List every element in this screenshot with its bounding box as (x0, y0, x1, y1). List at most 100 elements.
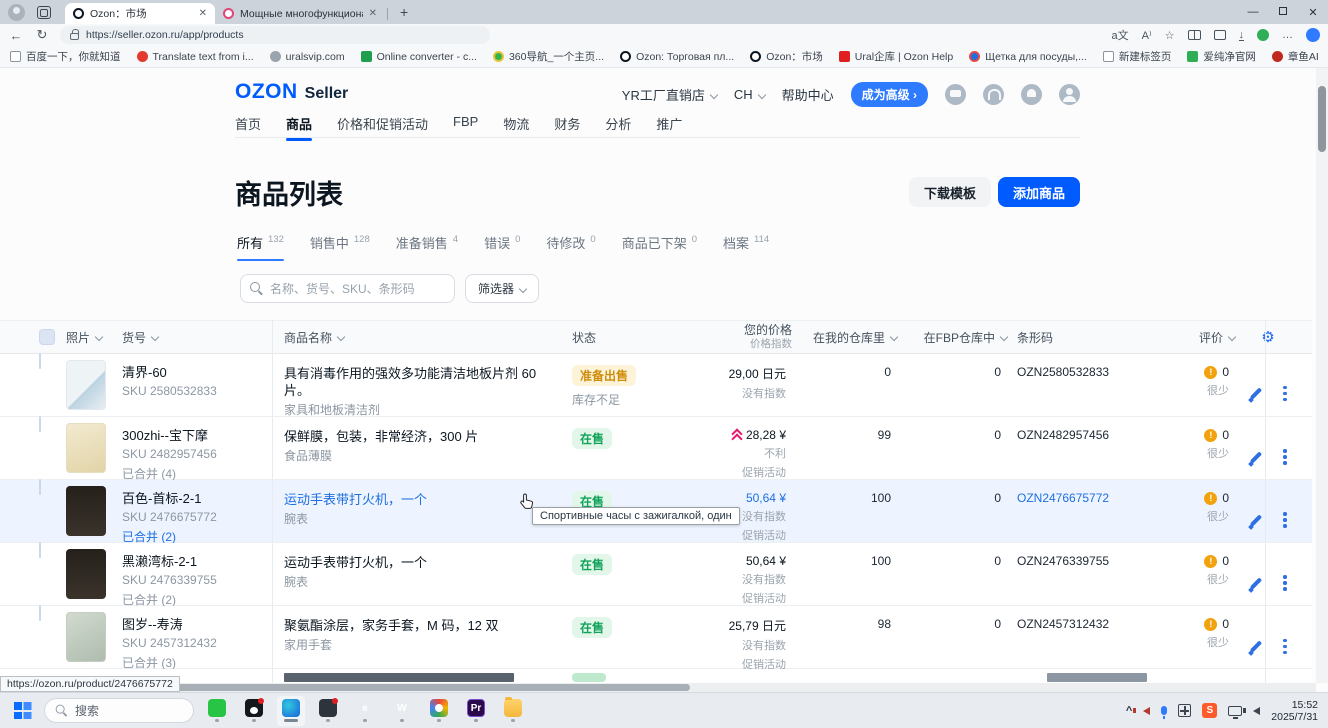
translate-icon[interactable]: a文 (1111, 27, 1128, 43)
download-template-button[interactable]: 下载模板 (909, 177, 991, 207)
back-icon[interactable]: ← (8, 28, 24, 43)
filter-tab-to-fix[interactable]: 待修改0 (546, 233, 595, 261)
sogou-icon[interactable] (1202, 703, 1217, 718)
browser-profile-icon[interactable] (8, 4, 25, 21)
downloads-icon[interactable]: ↓ (1239, 30, 1245, 41)
col-fbp-warehouse[interactable]: 在FBP仓库中 (897, 329, 1007, 346)
row-checkbox[interactable] (39, 416, 41, 432)
taskbar-app-browser[interactable] (425, 696, 453, 726)
product-name[interactable]: 保鲜膜，包装，非常经济，300 片 (284, 428, 572, 445)
store-selector[interactable]: YR工厂直销店 (622, 85, 717, 104)
row-checkbox[interactable] (39, 542, 41, 558)
tab-close-icon[interactable]: ✕ (199, 8, 207, 19)
taskbar-search[interactable]: 搜索 (44, 698, 194, 723)
extension-icon[interactable] (1257, 29, 1269, 41)
row-menu-icon[interactable] (1283, 581, 1287, 585)
display-cast-icon[interactable] (1228, 706, 1242, 716)
col-photo[interactable]: 照片 (66, 329, 122, 346)
table-row[interactable]: 图岁--寿涛SKU 2457312432已合并 (3) 聚氨酯涂层，家务手套，M… (0, 606, 1312, 669)
account-icon[interactable] (1059, 84, 1080, 105)
row-menu-icon[interactable] (1283, 392, 1287, 396)
col-name[interactable]: 商品名称 (272, 329, 572, 346)
filters-button[interactable]: 筛选器 (465, 274, 539, 303)
product-image[interactable] (66, 423, 106, 473)
start-button[interactable] (14, 702, 31, 719)
muted-speaker-icon[interactable] (1143, 707, 1150, 715)
promo-note[interactable]: 促销活动 (702, 464, 786, 480)
workspaces-icon[interactable] (37, 6, 51, 19)
bookmark-item[interactable]: Ural企库 | Ozon Help (839, 49, 953, 64)
taskbar-app-wechat[interactable] (203, 696, 231, 726)
bookmark-item[interactable]: 章鱼AI (1272, 49, 1319, 64)
window-close-button[interactable]: ✕ (1298, 6, 1328, 19)
bookmark-item[interactable]: 百度一下，你就知道 (10, 49, 121, 64)
bookmark-item[interactable]: Online converter - c... (361, 51, 477, 63)
support-headset-icon[interactable] (983, 84, 1004, 105)
product-image[interactable] (66, 612, 106, 662)
window-maximize-button[interactable] (1268, 6, 1298, 18)
product-name[interactable]: 聚氨酯涂层，家务手套，M 码，12 双 (284, 617, 572, 634)
bookmark-item[interactable]: Ozon: Торговая пл... (620, 51, 734, 63)
row-checkbox[interactable] (39, 479, 41, 495)
edit-pencil-icon[interactable] (1249, 578, 1263, 592)
filter-tab-selling[interactable]: 销售中128 (310, 233, 370, 261)
add-product-button[interactable]: 添加商品 (998, 177, 1080, 207)
taskbar-app-wps[interactable] (388, 696, 416, 726)
product-name[interactable]: 具有消毒作用的强效多功能清洁地板片剂 60 片。 (284, 365, 572, 399)
edit-pencil-icon[interactable] (1249, 388, 1263, 402)
bookmark-item[interactable]: 爱纯净官网 (1187, 49, 1256, 64)
promo-note[interactable]: 促销活动 (702, 527, 786, 543)
tray-expand-icon[interactable]: ^ (1126, 705, 1132, 717)
table-row[interactable]: 清界-60SKU 2580532833 具有消毒作用的强效多功能清洁地板片剂 6… (0, 354, 1312, 417)
taskbar-clock[interactable]: 15:52 2025/7/31 (1271, 699, 1318, 723)
product-image[interactable] (66, 486, 106, 536)
url-text[interactable]: https://seller.ozon.ru/app/products (86, 29, 244, 41)
search-input[interactable] (270, 282, 445, 296)
filter-tab-archive[interactable]: 档案114 (723, 233, 769, 261)
bookmark-item[interactable]: Ozon：市场 (750, 49, 823, 64)
filter-tab-unlisted[interactable]: 商品已下架0 (622, 233, 697, 261)
row-menu-icon[interactable] (1283, 518, 1287, 522)
input-method-icon[interactable] (1178, 704, 1191, 717)
refresh-icon[interactable]: ↻ (34, 27, 50, 43)
bookmark-item[interactable]: uralsvip.com (270, 51, 345, 63)
filter-tab-errors[interactable]: 错误0 (484, 233, 520, 261)
taskbar-app-360[interactable] (314, 696, 342, 726)
col-my-warehouse[interactable]: 在我的仓库里 (792, 329, 897, 346)
help-center-link[interactable]: 帮助中心 (782, 85, 834, 104)
bookmark-item[interactable]: 新建标签页 (1103, 49, 1172, 64)
filter-tab-ready[interactable]: 准备销售4 (396, 233, 458, 261)
favorite-star-icon[interactable]: ☆ (1165, 29, 1175, 42)
language-selector[interactable]: CH (734, 87, 765, 102)
edit-pencil-icon[interactable] (1249, 452, 1263, 466)
become-premium-button[interactable]: 成为高级 (851, 82, 928, 107)
split-screen-icon[interactable] (1188, 30, 1201, 40)
new-tab-button[interactable]: + (400, 4, 408, 20)
window-minimize-button[interactable]: — (1238, 6, 1268, 18)
product-price-link[interactable]: 50,64 ¥ (746, 491, 786, 505)
favorites-bar-icon[interactable] (1214, 30, 1226, 40)
ozon-seller-logo[interactable]: OZON Seller (235, 80, 348, 104)
microphone-icon[interactable] (1161, 706, 1167, 715)
tab-ozon-market[interactable]: Ozon：市场 ✕ (65, 3, 215, 24)
volume-icon[interactable] (1253, 707, 1260, 715)
bookmark-item[interactable]: 360导航_一个主页... (493, 49, 604, 64)
filter-tab-all[interactable]: 所有132 (237, 233, 284, 261)
row-menu-icon[interactable] (1283, 455, 1287, 459)
table-row[interactable]: 300zhi--宝下摩SKU 2482957456已合并 (4) 保鲜膜，包装，… (0, 417, 1312, 480)
row-checkbox[interactable] (39, 353, 41, 369)
browser-avatar-icon[interactable] (1306, 28, 1320, 42)
col-rating[interactable]: 评价 (1147, 329, 1235, 346)
bookmark-item[interactable]: Translate text from i... (137, 51, 254, 63)
product-image[interactable] (66, 549, 106, 599)
taskbar-app-edge[interactable] (277, 696, 305, 726)
read-aloud-icon[interactable]: A⁾ (1142, 29, 1152, 42)
notifications-bell-icon[interactable] (1021, 84, 1042, 105)
vertical-scrollbar-thumb[interactable] (1318, 86, 1326, 152)
row-checkbox[interactable] (39, 605, 41, 621)
product-name[interactable]: 运动手表带打火机，一个 (284, 554, 572, 571)
tab-close-icon[interactable]: ✕ (369, 8, 377, 19)
select-all-checkbox[interactable] (39, 329, 55, 345)
taskbar-app-qq[interactable] (240, 696, 268, 726)
chat-icon[interactable] (945, 84, 966, 105)
